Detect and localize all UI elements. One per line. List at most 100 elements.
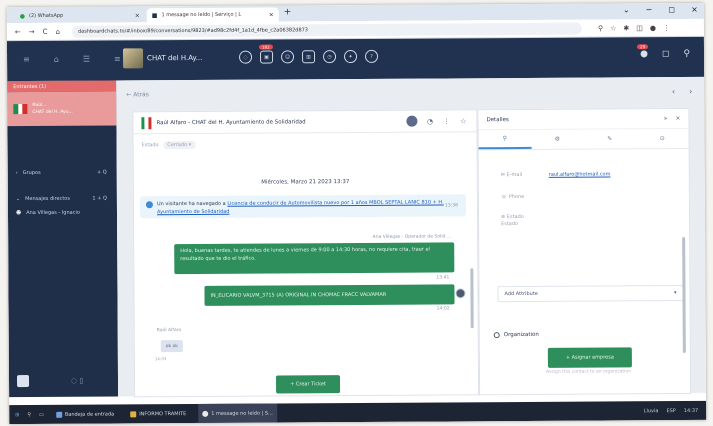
taskbar-item-mail[interactable]: Bandeja de entrada [52, 404, 118, 423]
tab-history[interactable]: ⊙ [636, 129, 689, 148]
contacts-icon[interactable]: ☺ [281, 50, 295, 64]
sidebar-collapse-icon[interactable]: ◌ ▯ [71, 377, 83, 385]
expand-icon[interactable]: » [664, 115, 668, 122]
search-icon[interactable]: ⚲ [683, 49, 690, 59]
organization-icon [493, 332, 500, 339]
add-attribute-select[interactable]: Add Attribute ▾ [497, 285, 684, 303]
sidebar-item-label: Grupos [22, 169, 41, 177]
browser-menu-icon[interactable]: ⋮ [663, 24, 670, 32]
back-icon[interactable]: ← [15, 28, 21, 36]
notification-badge: 182 [258, 44, 273, 50]
list-icon[interactable]: ☰ [83, 55, 90, 64]
tab-settings[interactable]: ⚙ [531, 130, 584, 149]
browser-tab-chat[interactable]: ■ 1 message no leído | Serviço | L × [146, 7, 279, 23]
mexico-flag-icon [13, 104, 28, 115]
active-conversation-item[interactable]: Raúl... CHAT del H. Ayu... [7, 91, 117, 127]
forward-icon[interactable]: → [29, 27, 35, 35]
clock[interactable]: 14:37 [684, 407, 698, 413]
conversation-sidebar: Entrantes (1) Raúl... CHAT del H. Ayu...… [7, 80, 119, 398]
reload-icon[interactable]: C [43, 27, 48, 35]
whatsapp-icon: ● [19, 12, 26, 20]
next-conversation-icon[interactable]: › [689, 87, 692, 96]
chat-header: Raúl Alfaro - CHAT del H. Ayuntamiento d… [133, 110, 477, 135]
tab-contact-info[interactable]: ⚲ [478, 129, 532, 150]
minimize-button[interactable]: − [646, 5, 653, 14]
transfer-icon[interactable]: ◔ [427, 117, 433, 125]
conversation-channel: CHAT del H. Ayu... [32, 109, 73, 115]
back-link[interactable]: ← Atrás [126, 91, 149, 98]
visitor-activity-notice: Un visitante ha navegado a Licencia de c… [139, 194, 467, 219]
tab-label: 1 message no leído | Serviço | L [161, 11, 242, 19]
bookmark-star-icon[interactable]: ☆ [610, 24, 616, 32]
new-tab-button[interactable]: + [284, 7, 292, 17]
home-nav-icon[interactable]: ⌂ [54, 55, 59, 64]
chat-header-actions: ◔ ⋮ ☆ [406, 115, 466, 127]
history-icon[interactable]: ◷ [323, 50, 337, 64]
inbox-icon[interactable]: ▣ 182 [258, 44, 274, 64]
sidebar-item-direct-messages[interactable]: ⌄ Mensajes directos 1 + Q [8, 191, 117, 206]
favorite-icon[interactable]: ☆ [460, 117, 466, 125]
organization-logo [122, 48, 144, 69]
globe-icon[interactable] [406, 115, 418, 127]
prev-conversation-icon[interactable]: ‹ [672, 87, 675, 96]
extensions-icon[interactable]: ✱ [623, 24, 629, 32]
details-panel: Detalles » × ⚲ ⚙ ✎ ⊙ ✉ E-mail raul.alfar… [477, 107, 692, 396]
settings-icon[interactable]: ✦ [344, 49, 358, 64]
header-left-icons: ≡ ⌂ ☰ ≡ [23, 54, 121, 64]
email-label: ✉ E-mail [500, 171, 523, 179]
sidepanel-icon[interactable]: ◫ [636, 24, 643, 32]
chat-scrollbar[interactable] [470, 268, 474, 329]
options-icon[interactable]: ≡ [114, 54, 121, 63]
more-options-icon[interactable]: ⋮ [443, 117, 450, 125]
close-icon[interactable]: × [675, 115, 680, 122]
email-value[interactable]: raul.alfaro@hotmail.com [549, 171, 611, 177]
tab-search-icon[interactable]: ⌄ [623, 5, 630, 14]
inbox-section-title[interactable]: Entrantes (1) [7, 80, 117, 93]
weather-label[interactable]: Lluvia [644, 408, 659, 414]
tab-notes[interactable]: ✎ [583, 129, 636, 148]
window-icon[interactable]: ◻ [662, 49, 670, 59]
maximize-button[interactable]: ◻ [668, 5, 675, 14]
sidebar-item-groups[interactable]: › Grupos + Q [8, 165, 117, 180]
start-icon[interactable]: ⊞ [15, 412, 19, 418]
filter-value[interactable]: Cerrado ▾ [163, 140, 196, 150]
sidebar-item-direct-contact[interactable]: ☻ Ana Villegas - Ignacio [8, 205, 117, 220]
menu-icon[interactable]: ≡ [23, 55, 30, 64]
taskbar-item-document[interactable]: INFORMO TRAMITE [126, 404, 190, 423]
close-tab-icon[interactable]: × [135, 12, 140, 19]
taskbar-item-label: 1 message no leído | S... [211, 410, 273, 417]
board-icon[interactable]: ▥ [302, 50, 316, 64]
chat-icon[interactable]: ◌ [239, 50, 253, 64]
agent-name: Ana Villegas - Operador de Solid ... [372, 234, 452, 240]
search-taskbar-icon[interactable]: ⚲ [27, 411, 31, 417]
agent-avatar[interactable] [16, 375, 30, 388]
chrome-app-icon [202, 410, 209, 417]
close-tab-icon[interactable]: × [269, 11, 274, 18]
details-scrollbar[interactable] [682, 236, 686, 354]
home-icon[interactable]: ⌂ [55, 27, 60, 35]
phone-label: ☏ Phone [500, 193, 525, 201]
chevron-down-icon: ⌄ [15, 196, 21, 203]
assign-organization-button[interactable]: + Asignar empresa [547, 347, 632, 368]
close-window-button[interactable]: × [691, 5, 698, 14]
chevron-right-icon: › [15, 170, 18, 177]
taskview-icon[interactable]: ▭ [39, 411, 44, 417]
mexico-flag-icon [141, 116, 152, 129]
user-status-icon[interactable]: ● 29 [637, 44, 649, 59]
zoom-icon[interactable]: ⚲ [598, 24, 603, 32]
outgoing-message: IN_ELICARIO VALVM_3715 (A) ORIGINAL IN C… [204, 284, 455, 306]
language-label[interactable]: ESP [666, 408, 675, 414]
tab-label: (2) WhatsApp [29, 12, 64, 19]
sidebar-item-actions[interactable]: 1 + Q [92, 196, 107, 202]
status-filter[interactable]: Estado Cerrado ▾ [142, 140, 196, 150]
url-field[interactable]: dashboardchats.to/#/inbox/89/conversatio… [71, 22, 583, 38]
system-tray: Lluvia ESP 14:37 [644, 407, 699, 413]
sidebar-item-actions[interactable]: + Q [97, 170, 107, 176]
activity-prefix: Un visitante ha navegado a [156, 200, 226, 208]
user-badge: 29 [637, 44, 649, 50]
profile-icon[interactable]: ● [650, 24, 656, 32]
browser-tab-whatsapp[interactable]: ● (2) WhatsApp × [15, 8, 145, 23]
taskbar-item-browser[interactable]: 1 message no leído | S... [198, 403, 277, 423]
create-ticket-button[interactable]: + Crear Ticket [275, 375, 341, 394]
help-icon[interactable]: ? [365, 49, 379, 63]
